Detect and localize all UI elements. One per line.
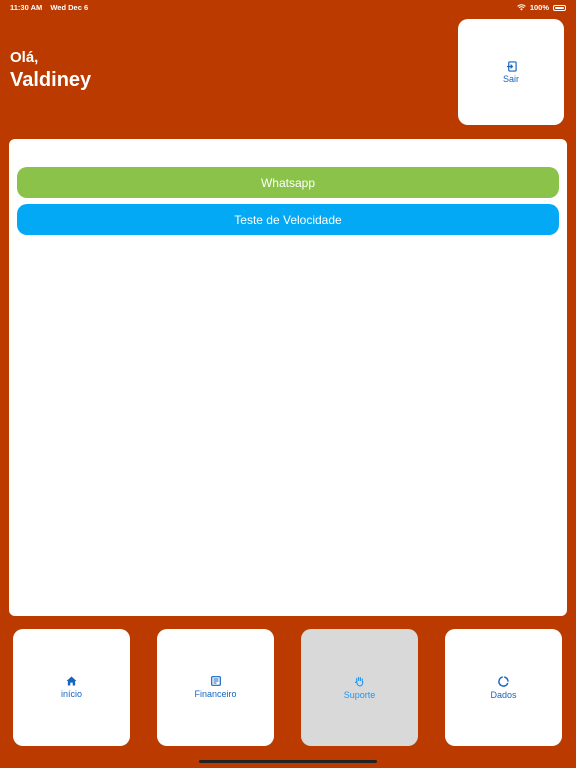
user-name: Valdiney xyxy=(10,69,92,91)
whatsapp-button[interactable]: Whatsapp xyxy=(17,167,559,198)
status-bar: 11:30 AM Wed Dec 6 100% xyxy=(0,0,576,14)
nav-label-inicio: início xyxy=(60,689,82,699)
nav-label-financeiro: Financeiro xyxy=(194,689,237,699)
nav-item-financeiro[interactable]: Financeiro xyxy=(157,629,274,746)
data-usage-icon xyxy=(498,675,509,687)
nav-item-inicio[interactable]: início xyxy=(13,629,130,746)
wifi-icon xyxy=(517,4,526,11)
status-date: Wed Dec 6 xyxy=(50,3,89,12)
document-icon xyxy=(210,676,221,686)
status-time: 11:30 AM xyxy=(10,3,43,12)
home-indicator[interactable] xyxy=(199,760,377,763)
speed-test-button[interactable]: Teste de Velocidade xyxy=(17,204,559,235)
greeting-text: Olá, xyxy=(10,49,39,66)
battery-percent: 100% xyxy=(529,3,549,12)
nav-label-dados: Dados xyxy=(490,689,517,700)
logout-label: Sair xyxy=(502,73,519,84)
logout-button[interactable]: Sair xyxy=(458,19,564,125)
nav-item-dados[interactable]: Dados xyxy=(445,629,562,746)
greeting: Olá, Valdiney xyxy=(10,50,91,93)
nav-item-suporte[interactable]: Suporte xyxy=(301,629,418,746)
speed-test-button-label: Teste de Velocidade xyxy=(234,212,342,227)
support-hand-icon xyxy=(354,676,364,686)
whatsapp-button-label: Whatsapp xyxy=(260,175,316,190)
logout-icon xyxy=(506,60,517,72)
battery-icon xyxy=(553,4,566,11)
home-icon xyxy=(66,676,77,686)
content-panel: Whatsapp Teste de Velocidade xyxy=(9,139,567,616)
nav-label-suporte: Suporte xyxy=(343,689,376,700)
